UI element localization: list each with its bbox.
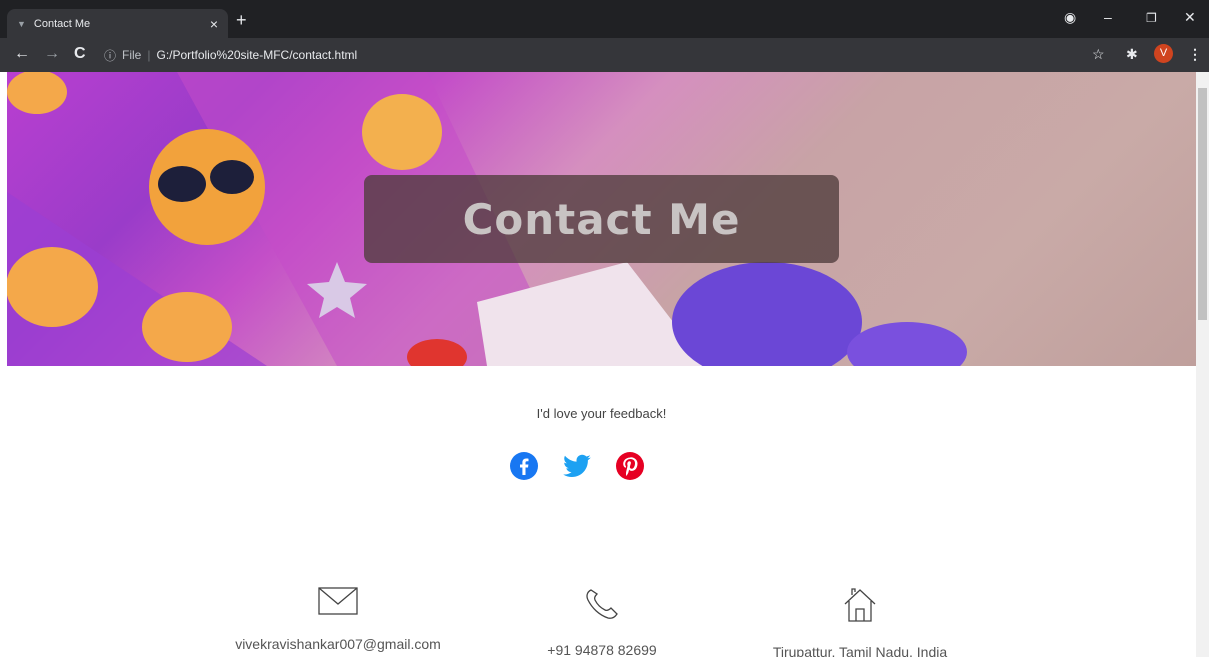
- pinterest-icon: [616, 452, 644, 480]
- tab-favicon-icon: ▼: [17, 18, 26, 29]
- facebook-icon: [510, 452, 538, 480]
- forward-icon[interactable]: →: [44, 44, 60, 64]
- browser-tab[interactable]: ▼ Contact Me ×: [7, 9, 228, 38]
- phone-icon: [586, 589, 618, 619]
- new-tab-button[interactable]: +: [236, 9, 247, 31]
- hero-banner: Contact Me: [7, 72, 1196, 366]
- contact-phone: +91 94878 82699: [472, 587, 732, 657]
- facebook-link[interactable]: [509, 451, 539, 481]
- extensions-puzzle-icon[interactable]: ✱: [1126, 46, 1138, 63]
- twitter-icon: [563, 454, 591, 477]
- twitter-link[interactable]: [562, 451, 592, 481]
- tab-close-icon[interactable]: ×: [210, 16, 218, 32]
- restore-icon[interactable]: ❐: [1146, 11, 1157, 25]
- url-text: G:/Portfolio%20site-MFC/contact.html: [156, 48, 358, 62]
- hero-title-box: Contact Me: [364, 175, 839, 263]
- contact-email: vivekravishankar007@gmail.com: [208, 587, 468, 652]
- address-bar[interactable]: ⓘ File | G:/Portfolio%20site-MFC/contact…: [104, 43, 1114, 67]
- site-info-icon[interactable]: ⓘ: [104, 47, 116, 64]
- back-icon[interactable]: ←: [14, 44, 30, 64]
- close-window-icon[interactable]: ✕: [1184, 9, 1196, 26]
- envelope-icon: [318, 587, 358, 615]
- browser-toolbar: ← → C ⓘ File | G:/Portfolio%20site-MFC/c…: [0, 38, 1209, 72]
- phone-text[interactable]: +91 94878 82699: [472, 642, 732, 657]
- feedback-text: I'd love your feedback!: [536, 406, 667, 421]
- url-separator: |: [147, 48, 151, 62]
- bookmark-star-icon[interactable]: ☆: [1092, 46, 1105, 63]
- profile-avatar[interactable]: V: [1154, 44, 1173, 63]
- page-title: Contact Me: [462, 194, 741, 244]
- page-viewport: Contact Me I'd love your feedback! vivek…: [7, 72, 1196, 657]
- menu-kebab-icon[interactable]: ⋮: [1188, 46, 1202, 63]
- pinterest-link[interactable]: [615, 451, 645, 481]
- contact-address: Tirupattur, Tamil Nadu, India: [730, 587, 990, 657]
- house-icon: [844, 588, 876, 622]
- email-text[interactable]: vivekravishankar007@gmail.com: [208, 636, 468, 652]
- social-links: [509, 451, 645, 481]
- address-text: Tirupattur, Tamil Nadu, India: [772, 644, 948, 657]
- url-scheme-label: File: [122, 48, 142, 62]
- scrollbar-thumb[interactable]: [1198, 88, 1207, 320]
- tab-search-icon[interactable]: ◉: [1064, 9, 1076, 26]
- reload-icon[interactable]: C: [74, 44, 86, 64]
- browser-tab-strip: ▼ Contact Me × + ◉ – ❐ ✕: [0, 0, 1209, 38]
- tab-title: Contact Me: [33, 17, 91, 30]
- minimize-icon[interactable]: –: [1104, 9, 1112, 25]
- page-scrollbar[interactable]: [1196, 72, 1209, 657]
